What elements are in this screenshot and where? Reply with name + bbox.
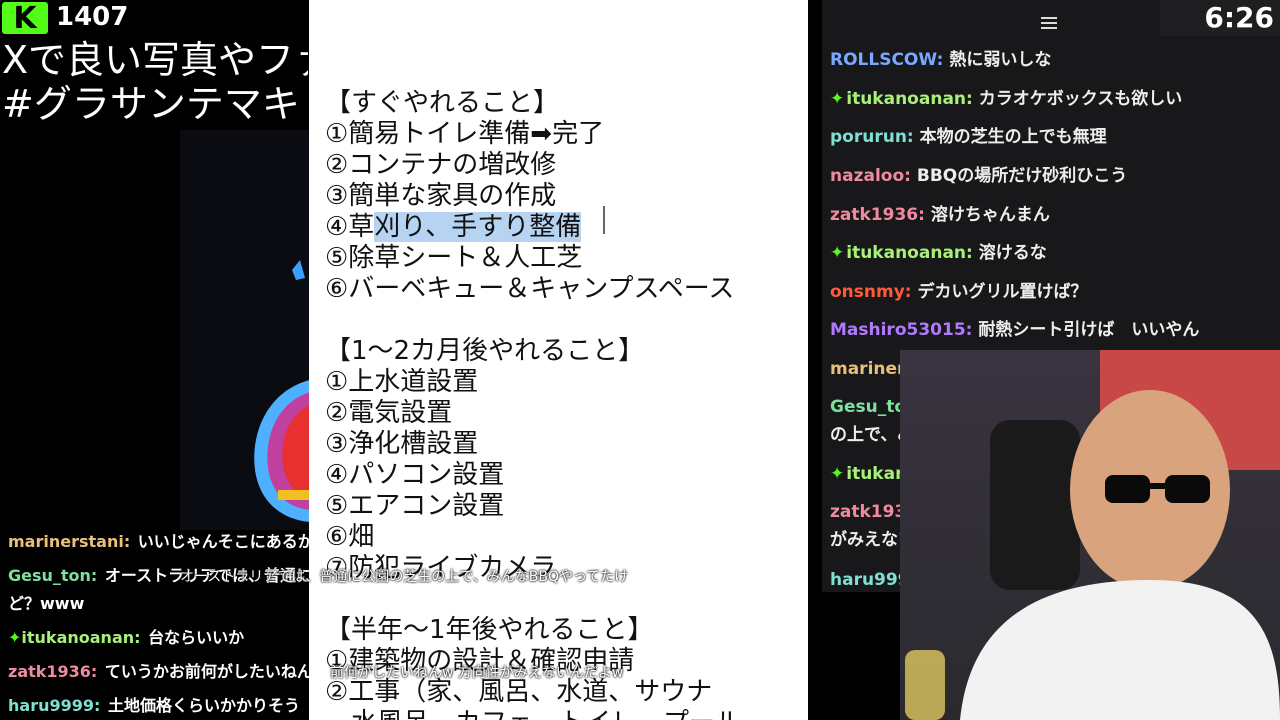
chat-username[interactable]: onsnmy: bbox=[830, 282, 912, 302]
document-line: 【1～2カ月後やれること】 bbox=[325, 336, 645, 366]
document-line: ①簡易トイレ準備➡完了 bbox=[325, 119, 605, 149]
badge-icon: ✦ bbox=[830, 243, 845, 263]
text-cursor bbox=[603, 206, 605, 234]
streamer-silhouette bbox=[905, 350, 1280, 720]
chat-message: ROLLSCOW: 熱に弱いしな bbox=[830, 45, 1051, 70]
chat-text: いいじゃんそこにあるかもね bbox=[137, 534, 330, 551]
document-line: ④パソコン設置 bbox=[325, 460, 505, 490]
chat-text: 溶けちゃんまん bbox=[930, 205, 1050, 225]
stream-tag: #グラサンテマキ bbox=[2, 82, 300, 126]
webcam-feed bbox=[900, 350, 1280, 720]
pixel-character-art bbox=[254, 260, 310, 522]
menu-icon[interactable] bbox=[1040, 14, 1058, 32]
viewer-count: 1407 bbox=[56, 2, 129, 32]
document-line: ②コンテナの増改修 bbox=[325, 150, 557, 180]
chat-username[interactable]: ROLLSCOW: bbox=[830, 50, 943, 70]
chat-message: haru9999: 土地価格くらいかかりそう bbox=[8, 692, 300, 716]
game-art bbox=[180, 130, 310, 530]
subtitle-caption: オーストラリアでは、普通に公園の芝生の上で、みんなBBQやってたけ bbox=[180, 569, 629, 585]
chat-message: ど？www bbox=[8, 590, 84, 614]
chat-message: Mashiro53015: 耐熱シート引けば いいやん bbox=[830, 315, 1199, 340]
chat-text: デカいグリル置けば？ bbox=[917, 282, 1088, 302]
chat-text: 台ならいいか bbox=[148, 628, 245, 647]
badge-icon: ✦ bbox=[830, 464, 845, 484]
chat-text: カラオケボックスも欲しい bbox=[978, 89, 1183, 109]
chat-username[interactable]: marinerstani: bbox=[8, 534, 130, 551]
chat-username[interactable]: haru9999: bbox=[8, 696, 100, 715]
chat-text: 本物の芝生の上でも無理 bbox=[919, 127, 1107, 147]
chat-text: 土地価格くらいかかりそう bbox=[107, 696, 300, 715]
document-line: ⑤除草シート＆人工芝 bbox=[325, 243, 583, 273]
chat-message: ✦itukanoanan: 台ならいいか bbox=[8, 624, 244, 648]
document-line: 、水風呂、カフェ、トイレ、プール bbox=[325, 708, 741, 720]
chat-username[interactable]: porurun: bbox=[830, 127, 914, 147]
document-line: ②電気設置 bbox=[325, 398, 453, 428]
badge-icon: ✦ bbox=[8, 628, 22, 647]
chat-text: 耐熱シート引けば いいやん bbox=[978, 320, 1200, 340]
chat-username[interactable]: itukanoanan: bbox=[846, 89, 973, 109]
chat-username[interactable]: Mashiro53015: bbox=[830, 320, 972, 340]
line-text: ④草 bbox=[325, 212, 375, 242]
document-line: ③簡単な家具の作成 bbox=[325, 181, 557, 211]
document-line: 【すぐやれること】 bbox=[325, 88, 560, 118]
document-line: ⑥畑 bbox=[325, 522, 375, 552]
stream-title: Xで良い写真やファ bbox=[2, 38, 308, 82]
chat-message: nazaloo: BBQの場所だけ砂利ひこう bbox=[830, 161, 1127, 186]
badge-icon: ✦ bbox=[830, 89, 845, 109]
chat-message: marinerstani: いいじゃんそこにあるかもね bbox=[8, 534, 330, 552]
chat-username[interactable]: Gesu_ton: bbox=[8, 566, 97, 585]
document-line: ⑤エアコン設置 bbox=[325, 491, 505, 521]
chat-username[interactable]: itukanoanan: bbox=[21, 628, 140, 647]
subtitle-caption: 前何がしたいねんw 方向性がみえないんだよw bbox=[330, 665, 624, 681]
chat-username[interactable]: zatk1936: bbox=[830, 205, 925, 225]
document-lines: 【すぐやれること】 ①簡易トイレ準備➡完了 ②コンテナの増改修 ③簡単な家具の作成 ④草… bbox=[325, 88, 741, 720]
chat-text: BBQの場所だけ砂利ひこう bbox=[916, 166, 1128, 186]
chat-text: ど？www bbox=[8, 594, 85, 613]
document-line: ③浄化槽設置 bbox=[325, 429, 479, 459]
chat-text: ていうかお前何がしたいねんw bbox=[104, 662, 328, 681]
chat-message: zatk1936: ていうかお前何がしたいねんw bbox=[8, 658, 328, 682]
chat-message: porurun: 本物の芝生の上でも無理 bbox=[830, 122, 1107, 147]
chat-message: zatk1936: 溶けちゃんまん bbox=[830, 200, 1050, 225]
chat-username[interactable]: nazaloo: bbox=[830, 166, 911, 186]
document-line: 【半年～1年後やれること】 bbox=[325, 615, 654, 645]
chat-username[interactable]: zatk1936: bbox=[8, 662, 97, 681]
selected-text: 刈り、手すり整備 bbox=[374, 212, 582, 242]
document-line: ⑥バーベキュー＆キャンプスペース bbox=[325, 274, 735, 304]
chat-message: ✦ itukanoanan: カラオケボックスも欲しい bbox=[830, 84, 1182, 109]
document-line: ④草刈り、手すり整備 bbox=[325, 212, 741, 243]
chat-username[interactable]: itukanoanan: bbox=[846, 243, 973, 263]
chat-message: ✦ itukanoanan: 溶けるな bbox=[830, 238, 1047, 263]
document-panel: 【すぐやれること】 ①簡易トイレ準備➡完了 ②コンテナの増改修 ③簡単な家具の作成 ④草… bbox=[309, 0, 808, 720]
document-line: ①上水道設置 bbox=[325, 367, 479, 397]
chat-text: 溶けるな bbox=[978, 243, 1047, 263]
chat-text: 熱に弱いしな bbox=[949, 50, 1052, 70]
clock: 6:26 bbox=[1160, 0, 1280, 36]
kick-logo: K bbox=[2, 1, 48, 36]
chat-message: onsnmy: デカいグリル置けば？ bbox=[830, 277, 1088, 302]
chat-overlay-left: marinerstani: いいじゃんそこにあるかもね Gesu_ton: オース… bbox=[0, 534, 330, 720]
